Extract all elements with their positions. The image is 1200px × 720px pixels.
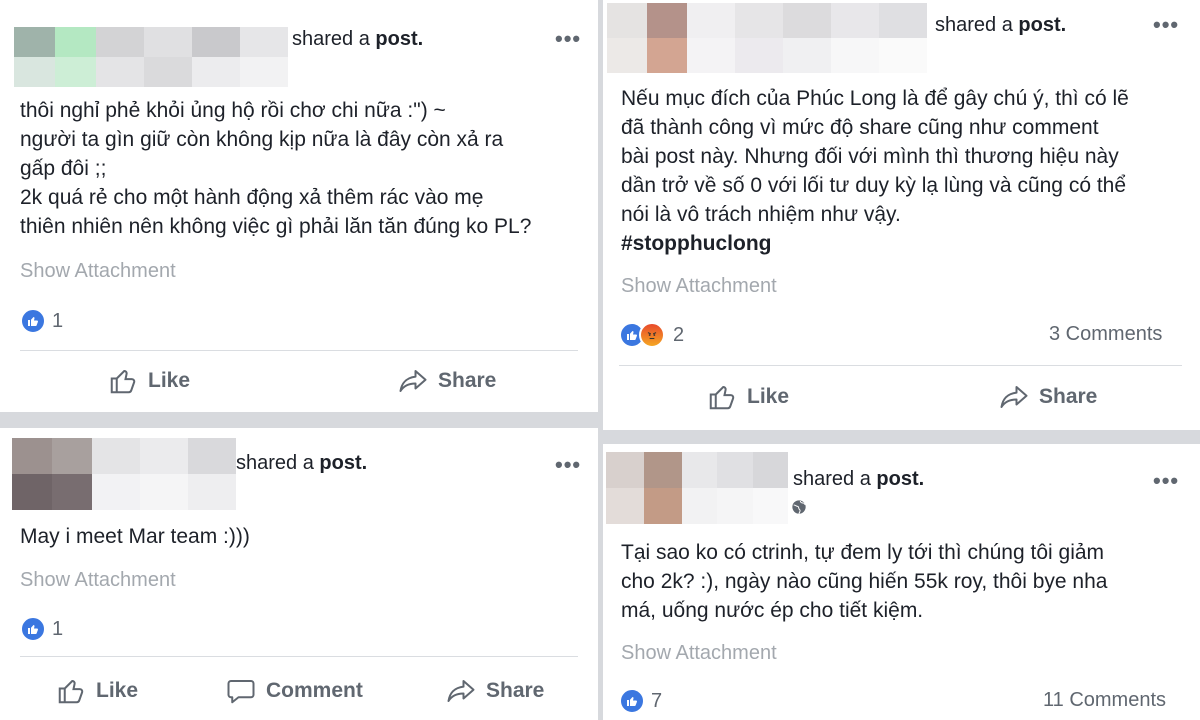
body-line: bài post này. Nhưng đối với mình thì thư…: [621, 145, 1119, 168]
shared-label: shared a: [935, 14, 1013, 36]
more-dots-icon[interactable]: •••: [555, 452, 581, 478]
comment-button[interactable]: Comment: [226, 676, 363, 706]
share-button[interactable]: Share: [999, 382, 1097, 412]
angry-reaction-icon: [639, 322, 665, 348]
blurred-author-name[interactable]: [687, 3, 927, 73]
divider: [20, 656, 578, 657]
share-arrow-icon: [1000, 386, 1028, 408]
shared-a-post-text: shared a post.: [292, 28, 423, 51]
post-card-1: shared a post. ••• thôi nghỉ phẻ khỏi ủn…: [0, 0, 598, 412]
like-label: Like: [96, 679, 139, 702]
post-card-3: shared a post. ••• May i meet Mar team :…: [0, 428, 598, 720]
body-line: dần trở về số 0 với lối tư duy kỳ lạ lùn…: [621, 174, 1127, 197]
reaction-count: 7: [651, 689, 663, 712]
blurred-author-name[interactable]: [682, 452, 788, 524]
like-reaction-icon: [619, 688, 645, 714]
comments-count-link[interactable]: 11 Comments: [1043, 689, 1166, 712]
reaction-count: 1: [52, 617, 64, 640]
globe-icon: [791, 499, 807, 520]
reaction-summary[interactable]: 7: [619, 688, 662, 714]
like-button[interactable]: Like: [707, 382, 789, 412]
avatar[interactable]: [606, 452, 682, 524]
avatar[interactable]: [12, 438, 92, 510]
body-line: người ta gìn giữ còn không kịp nữa là đâ…: [20, 128, 504, 151]
post-link[interactable]: post.: [375, 28, 423, 50]
show-attachment-link[interactable]: Show Attachment: [621, 642, 777, 665]
shared-a-post-text: shared a post.: [935, 14, 1066, 37]
like-label: Like: [747, 385, 790, 408]
show-attachment-link[interactable]: Show Attachment: [20, 569, 176, 592]
share-button[interactable]: Share: [446, 676, 544, 706]
share-label: Share: [486, 679, 545, 702]
post-body: Nếu mục đích của Phúc Long là để gây chú…: [621, 84, 1196, 258]
divider: [619, 365, 1182, 366]
reaction-summary[interactable]: 1: [20, 616, 63, 642]
comments-count-link[interactable]: 3 Comments: [1049, 323, 1162, 346]
post-link[interactable]: post.: [876, 468, 924, 490]
post-card-4: shared a post. ••• Tại sao ko có ctrinh,…: [603, 444, 1200, 720]
more-dots-icon[interactable]: •••: [1153, 468, 1179, 494]
body-line: cho 2k? :), ngày nào cũng hiến 55k roy, …: [621, 570, 1108, 593]
like-label: Like: [148, 369, 191, 392]
more-dots-icon[interactable]: •••: [555, 26, 581, 52]
like-button[interactable]: Like: [108, 366, 190, 396]
comment-label: Comment: [266, 679, 363, 702]
more-dots-icon[interactable]: •••: [1153, 12, 1179, 38]
post-body: Tại sao ko có ctrinh, tự đem ly tới thì …: [621, 538, 1196, 625]
body-line: gấp đôi ;;: [20, 157, 107, 180]
shared-label: shared a: [793, 468, 871, 490]
body-line: Nếu mục đích của Phúc Long là để gây chú…: [621, 87, 1129, 110]
divider: [20, 350, 578, 351]
body-line: thiên nhiên nên không việc gì phải lăn t…: [20, 215, 532, 238]
reaction-summary[interactable]: 2: [619, 322, 684, 348]
reaction-count: 2: [673, 323, 685, 346]
blurred-author-name[interactable]: [96, 27, 288, 87]
share-button[interactable]: Share: [398, 366, 496, 396]
shared-a-post-text: shared a post.: [793, 468, 924, 491]
blurred-author-name[interactable]: [92, 438, 236, 510]
post-body: thôi nghỉ phẻ khỏi ủng hộ rồi chơ chi nữ…: [20, 96, 590, 241]
show-attachment-link[interactable]: Show Attachment: [621, 275, 777, 298]
reaction-summary[interactable]: 1: [20, 308, 63, 334]
share-arrow-icon: [447, 680, 475, 702]
like-button[interactable]: Like: [56, 676, 138, 706]
body-line: May i meet Mar team :))): [20, 525, 250, 548]
like-reaction-icon: [20, 616, 46, 642]
thumbs-up-icon: [110, 369, 136, 394]
body-line: Tại sao ko có ctrinh, tự đem ly tới thì …: [621, 541, 1105, 564]
comment-bubble-icon: [227, 680, 255, 704]
share-label: Share: [1039, 385, 1098, 408]
reaction-count: 1: [52, 309, 64, 332]
share-arrow-icon: [399, 370, 427, 392]
share-label: Share: [438, 369, 497, 392]
shared-label: shared a: [292, 28, 370, 50]
shared-a-post-text: shared a post.: [236, 452, 367, 475]
hashtag-link[interactable]: #stopphuclong: [621, 229, 1196, 258]
thumbs-up-icon: [709, 385, 735, 410]
avatar[interactable]: [607, 3, 687, 73]
post-link[interactable]: post.: [319, 452, 367, 474]
body-line: má, uống nước ép cho tiết kiệm.: [621, 599, 924, 622]
shared-label: shared a: [236, 452, 314, 474]
thumbs-up-icon: [58, 679, 84, 704]
body-line: nói là vô trách nhiệm như vậy.: [621, 203, 901, 226]
body-line: thôi nghỉ phẻ khỏi ủng hộ rồi chơ chi nữ…: [20, 99, 446, 122]
body-line: 2k quá rẻ cho một hành động xả thêm rác …: [20, 186, 484, 209]
like-reaction-icon: [20, 308, 46, 334]
post-link[interactable]: post.: [1018, 14, 1066, 36]
post-body: May i meet Mar team :))): [20, 522, 590, 551]
show-attachment-link[interactable]: Show Attachment: [20, 260, 176, 283]
post-card-2: shared a post. ••• Nếu mục đích của Phúc…: [603, 0, 1200, 430]
avatar[interactable]: [14, 27, 96, 87]
body-line: đã thành công vì mức độ share cũng như c…: [621, 116, 1099, 139]
